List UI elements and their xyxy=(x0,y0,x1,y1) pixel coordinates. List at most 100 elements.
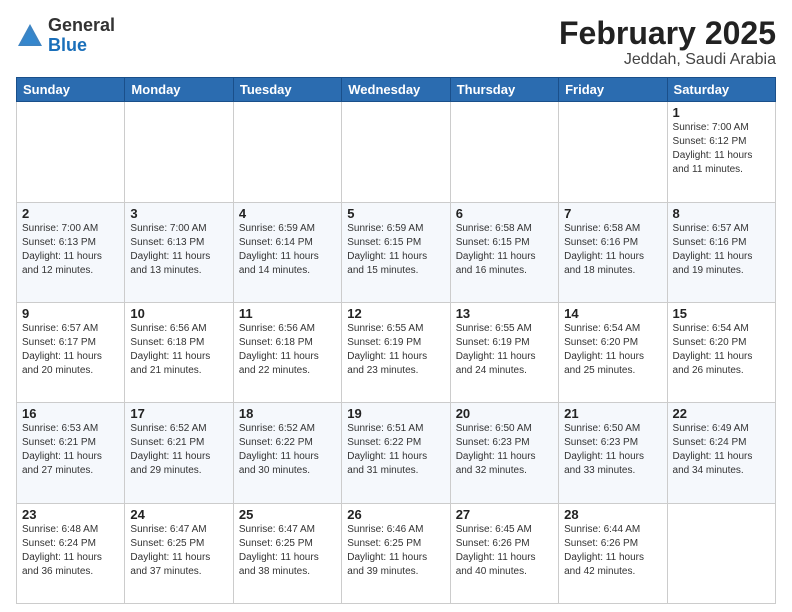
day-number: 1 xyxy=(673,105,770,120)
day-info: Sunrise: 7:00 AM Sunset: 6:13 PM Dayligh… xyxy=(130,222,227,278)
day-number: 4 xyxy=(239,206,336,221)
calendar-cell: 13Sunrise: 6:55 AM Sunset: 6:19 PM Dayli… xyxy=(450,302,558,402)
day-number: 23 xyxy=(22,507,119,522)
day-number: 18 xyxy=(239,406,336,421)
calendar-cell: 9Sunrise: 6:57 AM Sunset: 6:17 PM Daylig… xyxy=(17,302,125,402)
calendar-cell: 11Sunrise: 6:56 AM Sunset: 6:18 PM Dayli… xyxy=(233,302,341,402)
calendar-cell: 1Sunrise: 7:00 AM Sunset: 6:12 PM Daylig… xyxy=(667,102,775,202)
day-info: Sunrise: 6:56 AM Sunset: 6:18 PM Dayligh… xyxy=(130,322,227,378)
page: General Blue February 2025 Jeddah, Saudi… xyxy=(0,0,792,612)
weekday-header-tuesday: Tuesday xyxy=(233,78,341,102)
day-info: Sunrise: 6:49 AM Sunset: 6:24 PM Dayligh… xyxy=(673,422,770,478)
calendar-cell: 21Sunrise: 6:50 AM Sunset: 6:23 PM Dayli… xyxy=(559,403,667,503)
weekday-header-thursday: Thursday xyxy=(450,78,558,102)
calendar-cell xyxy=(667,503,775,603)
day-number: 15 xyxy=(673,306,770,321)
calendar-cell xyxy=(450,102,558,202)
calendar-cell: 20Sunrise: 6:50 AM Sunset: 6:23 PM Dayli… xyxy=(450,403,558,503)
calendar-cell: 16Sunrise: 6:53 AM Sunset: 6:21 PM Dayli… xyxy=(17,403,125,503)
day-number: 2 xyxy=(22,206,119,221)
day-number: 24 xyxy=(130,507,227,522)
day-info: Sunrise: 7:00 AM Sunset: 6:12 PM Dayligh… xyxy=(673,121,770,177)
day-info: Sunrise: 6:50 AM Sunset: 6:23 PM Dayligh… xyxy=(564,422,661,478)
day-number: 22 xyxy=(673,406,770,421)
calendar-cell: 15Sunrise: 6:54 AM Sunset: 6:20 PM Dayli… xyxy=(667,302,775,402)
day-number: 21 xyxy=(564,406,661,421)
day-number: 13 xyxy=(456,306,553,321)
calendar-cell xyxy=(559,102,667,202)
day-info: Sunrise: 6:57 AM Sunset: 6:16 PM Dayligh… xyxy=(673,222,770,278)
day-info: Sunrise: 6:59 AM Sunset: 6:14 PM Dayligh… xyxy=(239,222,336,278)
day-info: Sunrise: 6:52 AM Sunset: 6:22 PM Dayligh… xyxy=(239,422,336,478)
day-number: 27 xyxy=(456,507,553,522)
calendar-cell xyxy=(342,102,450,202)
day-number: 16 xyxy=(22,406,119,421)
day-info: Sunrise: 6:54 AM Sunset: 6:20 PM Dayligh… xyxy=(673,322,770,378)
calendar-cell: 18Sunrise: 6:52 AM Sunset: 6:22 PM Dayli… xyxy=(233,403,341,503)
day-info: Sunrise: 6:50 AM Sunset: 6:23 PM Dayligh… xyxy=(456,422,553,478)
calendar-cell: 3Sunrise: 7:00 AM Sunset: 6:13 PM Daylig… xyxy=(125,202,233,302)
calendar-cell: 26Sunrise: 6:46 AM Sunset: 6:25 PM Dayli… xyxy=(342,503,450,603)
weekday-header-saturday: Saturday xyxy=(667,78,775,102)
day-number: 19 xyxy=(347,406,444,421)
day-info: Sunrise: 7:00 AM Sunset: 6:13 PM Dayligh… xyxy=(22,222,119,278)
day-number: 10 xyxy=(130,306,227,321)
calendar-cell: 17Sunrise: 6:52 AM Sunset: 6:21 PM Dayli… xyxy=(125,403,233,503)
calendar-cell xyxy=(17,102,125,202)
calendar-cell xyxy=(125,102,233,202)
calendar-cell: 25Sunrise: 6:47 AM Sunset: 6:25 PM Dayli… xyxy=(233,503,341,603)
calendar-cell: 28Sunrise: 6:44 AM Sunset: 6:26 PM Dayli… xyxy=(559,503,667,603)
weekday-header-friday: Friday xyxy=(559,78,667,102)
calendar-cell: 6Sunrise: 6:58 AM Sunset: 6:15 PM Daylig… xyxy=(450,202,558,302)
day-number: 3 xyxy=(130,206,227,221)
day-info: Sunrise: 6:47 AM Sunset: 6:25 PM Dayligh… xyxy=(130,523,227,579)
calendar-cell: 22Sunrise: 6:49 AM Sunset: 6:24 PM Dayli… xyxy=(667,403,775,503)
calendar-week-row: 9Sunrise: 6:57 AM Sunset: 6:17 PM Daylig… xyxy=(17,302,776,402)
day-number: 8 xyxy=(673,206,770,221)
day-info: Sunrise: 6:46 AM Sunset: 6:25 PM Dayligh… xyxy=(347,523,444,579)
header: General Blue February 2025 Jeddah, Saudi… xyxy=(16,16,776,69)
day-number: 26 xyxy=(347,507,444,522)
calendar-cell: 27Sunrise: 6:45 AM Sunset: 6:26 PM Dayli… xyxy=(450,503,558,603)
day-number: 14 xyxy=(564,306,661,321)
weekday-header-wednesday: Wednesday xyxy=(342,78,450,102)
day-info: Sunrise: 6:55 AM Sunset: 6:19 PM Dayligh… xyxy=(347,322,444,378)
calendar-cell: 14Sunrise: 6:54 AM Sunset: 6:20 PM Dayli… xyxy=(559,302,667,402)
day-info: Sunrise: 6:57 AM Sunset: 6:17 PM Dayligh… xyxy=(22,322,119,378)
day-info: Sunrise: 6:58 AM Sunset: 6:15 PM Dayligh… xyxy=(456,222,553,278)
logo-general-text: General xyxy=(48,16,115,36)
day-info: Sunrise: 6:52 AM Sunset: 6:21 PM Dayligh… xyxy=(130,422,227,478)
calendar-cell: 10Sunrise: 6:56 AM Sunset: 6:18 PM Dayli… xyxy=(125,302,233,402)
day-info: Sunrise: 6:59 AM Sunset: 6:15 PM Dayligh… xyxy=(347,222,444,278)
calendar-cell: 24Sunrise: 6:47 AM Sunset: 6:25 PM Dayli… xyxy=(125,503,233,603)
day-info: Sunrise: 6:47 AM Sunset: 6:25 PM Dayligh… xyxy=(239,523,336,579)
month-title: February 2025 xyxy=(559,16,776,51)
calendar-week-row: 1Sunrise: 7:00 AM Sunset: 6:12 PM Daylig… xyxy=(17,102,776,202)
day-number: 7 xyxy=(564,206,661,221)
calendar-cell: 4Sunrise: 6:59 AM Sunset: 6:14 PM Daylig… xyxy=(233,202,341,302)
day-number: 20 xyxy=(456,406,553,421)
day-info: Sunrise: 6:53 AM Sunset: 6:21 PM Dayligh… xyxy=(22,422,119,478)
calendar-cell: 7Sunrise: 6:58 AM Sunset: 6:16 PM Daylig… xyxy=(559,202,667,302)
day-info: Sunrise: 6:48 AM Sunset: 6:24 PM Dayligh… xyxy=(22,523,119,579)
weekday-header-monday: Monday xyxy=(125,78,233,102)
calendar-week-row: 16Sunrise: 6:53 AM Sunset: 6:21 PM Dayli… xyxy=(17,403,776,503)
day-number: 25 xyxy=(239,507,336,522)
calendar-cell: 8Sunrise: 6:57 AM Sunset: 6:16 PM Daylig… xyxy=(667,202,775,302)
day-number: 28 xyxy=(564,507,661,522)
day-number: 11 xyxy=(239,306,336,321)
day-info: Sunrise: 6:45 AM Sunset: 6:26 PM Dayligh… xyxy=(456,523,553,579)
calendar-cell: 19Sunrise: 6:51 AM Sunset: 6:22 PM Dayli… xyxy=(342,403,450,503)
calendar-week-row: 23Sunrise: 6:48 AM Sunset: 6:24 PM Dayli… xyxy=(17,503,776,603)
location-subtitle: Jeddah, Saudi Arabia xyxy=(559,51,776,69)
calendar-cell: 2Sunrise: 7:00 AM Sunset: 6:13 PM Daylig… xyxy=(17,202,125,302)
day-info: Sunrise: 6:54 AM Sunset: 6:20 PM Dayligh… xyxy=(564,322,661,378)
day-number: 6 xyxy=(456,206,553,221)
weekday-header-sunday: Sunday xyxy=(17,78,125,102)
day-number: 17 xyxy=(130,406,227,421)
day-info: Sunrise: 6:44 AM Sunset: 6:26 PM Dayligh… xyxy=(564,523,661,579)
day-number: 12 xyxy=(347,306,444,321)
logo-text: General Blue xyxy=(48,16,115,56)
day-info: Sunrise: 6:56 AM Sunset: 6:18 PM Dayligh… xyxy=(239,322,336,378)
calendar-cell xyxy=(233,102,341,202)
